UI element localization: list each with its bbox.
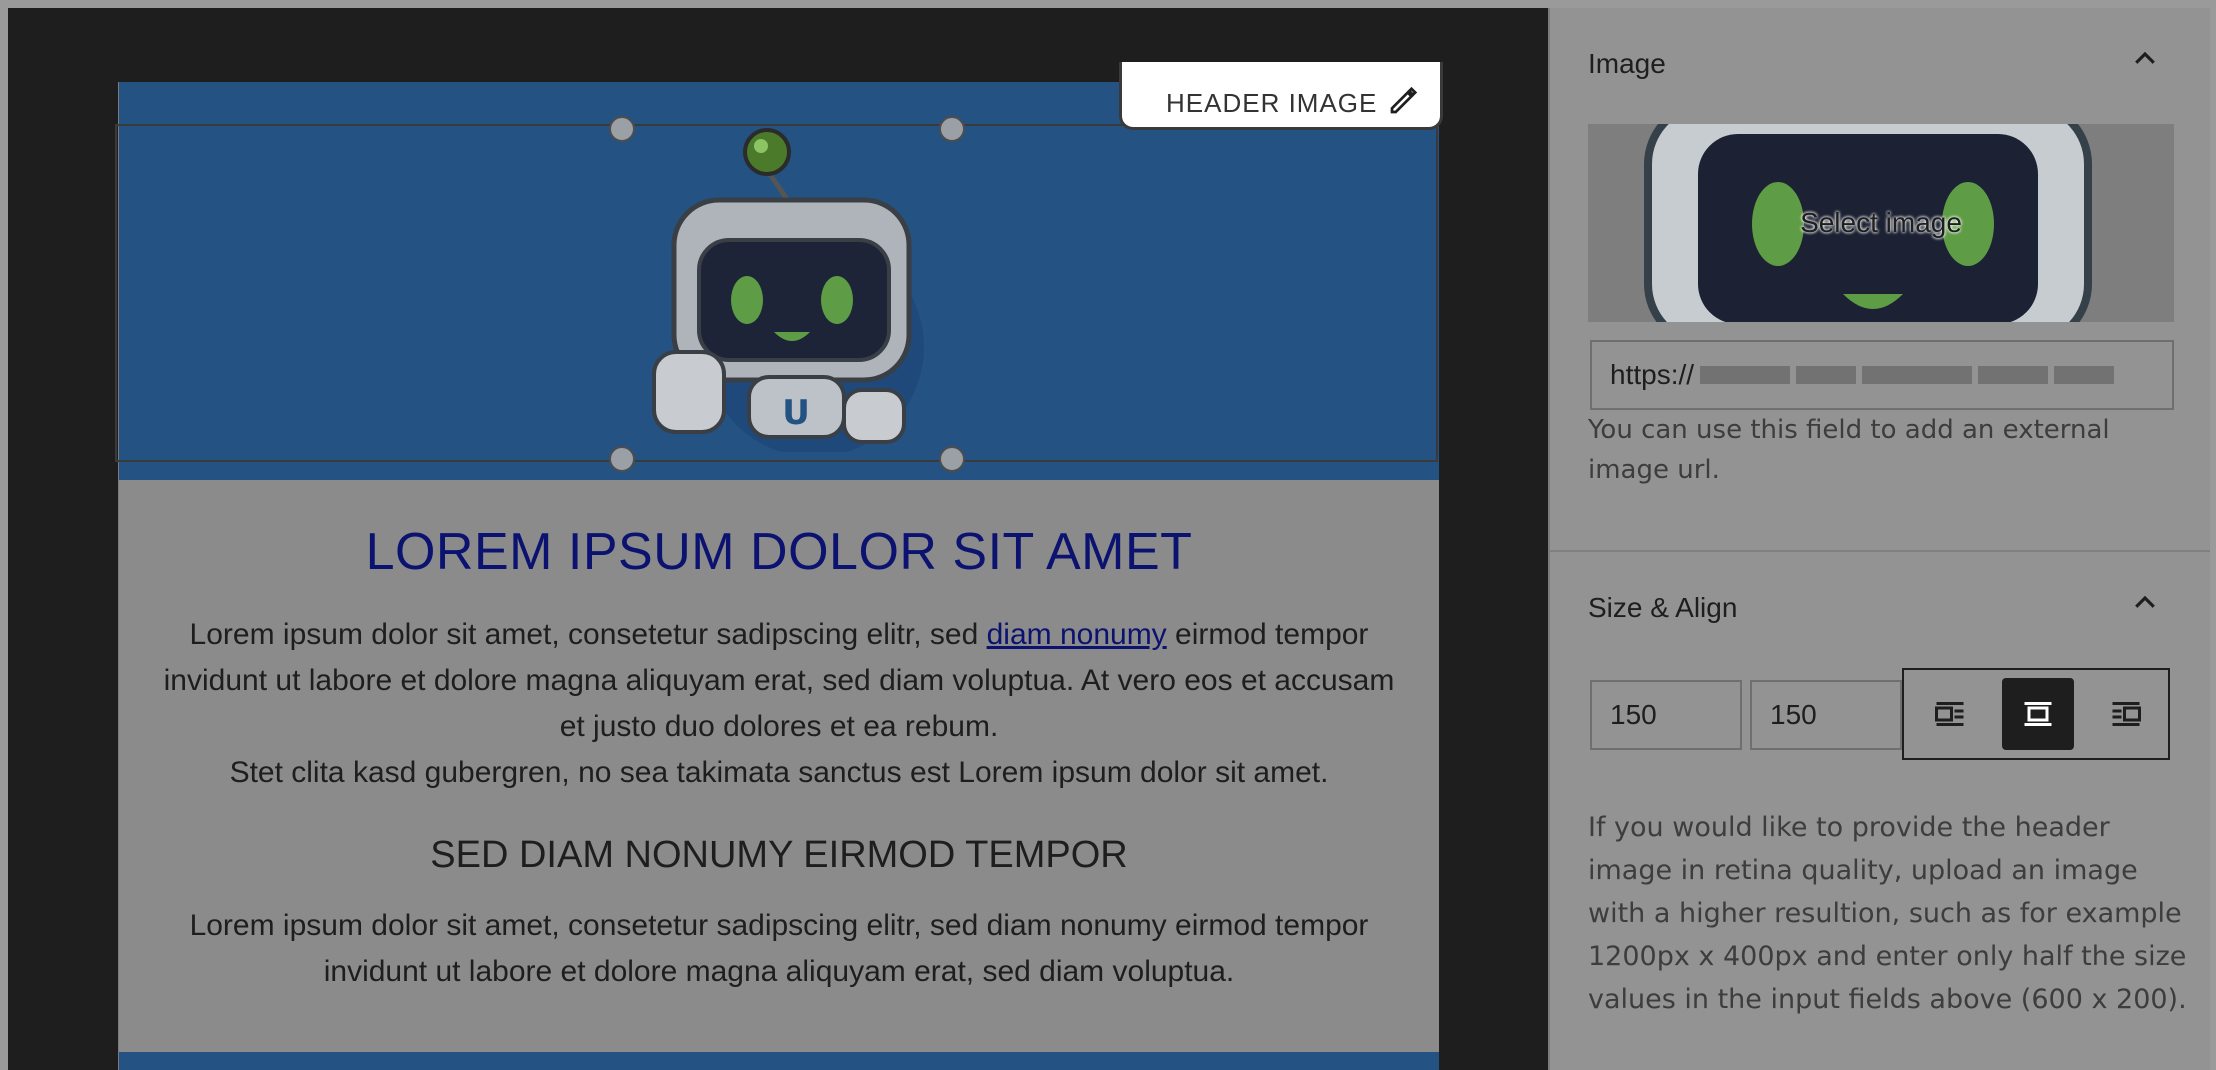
- size-align-panel-title[interactable]: Size & Align: [1588, 592, 1737, 624]
- image-url-value: https://: [1610, 359, 1695, 390]
- pencil-icon[interactable]: [1386, 72, 1422, 118]
- email-body: LOREM IPSUM DOLOR SIT AMET Lorem ipsum d…: [119, 480, 1439, 995]
- resize-handle[interactable]: [939, 446, 965, 472]
- image-url-input[interactable]: https://: [1590, 340, 2174, 410]
- block-label: HEADER IMAGE: [1166, 88, 1378, 118]
- panel-divider: [1550, 550, 2210, 552]
- chevron-up-icon[interactable]: [2130, 588, 2160, 618]
- width-input[interactable]: 150: [1590, 680, 1742, 750]
- svg-text:U: U: [782, 393, 810, 433]
- align-left-icon: [1935, 702, 1964, 726]
- header-image-block[interactable]: U HEADER IMAGE: [115, 62, 1443, 480]
- chevron-up-icon[interactable]: [2130, 44, 2160, 74]
- align-right-icon: [2112, 702, 2141, 726]
- email-subheading: SED DIAM NONUMY EIRMOD TEMPOR: [430, 834, 1128, 876]
- select-image-label: Select image: [1800, 207, 1962, 238]
- align-center-icon: [2024, 702, 2052, 726]
- redacted-text: [1862, 366, 1973, 384]
- alignment-toolbar: [1902, 668, 2170, 760]
- email-preview: U HEADER IMAGE LOREM IPSUM DOLOR SIT AME…: [115, 62, 1443, 1070]
- redacted-text: [2054, 366, 2115, 384]
- image-panel-title[interactable]: Image: [1588, 48, 1666, 80]
- text-link[interactable]: diam nonumy: [987, 618, 1167, 651]
- resize-handle[interactable]: [939, 116, 965, 142]
- align-left-button[interactable]: [1914, 678, 1986, 750]
- text: Stet clita kasd gubergren, no sea takima…: [229, 756, 1329, 789]
- resize-handle[interactable]: [609, 116, 635, 142]
- align-right-button[interactable]: [2090, 678, 2162, 750]
- editor-canvas: U HEADER IMAGE LOREM IPSUM DOLOR SIT AME…: [8, 8, 1548, 1070]
- select-image-button[interactable]: Select image: [1588, 124, 2174, 322]
- resize-handle[interactable]: [609, 446, 635, 472]
- footer-block[interactable]: [119, 1052, 1439, 1070]
- text: Lorem ipsum dolor sit amet, consetetur s…: [189, 618, 987, 651]
- block-label-chip[interactable]: HEADER IMAGE: [1119, 62, 1443, 130]
- retina-help-text: If you would like to provide the header …: [1588, 812, 2187, 1015]
- email-paragraph-2: Lorem ipsum dolor sit amet, consetetur s…: [189, 909, 1369, 988]
- email-heading: LOREM IPSUM DOLOR SIT AMET: [365, 523, 1193, 581]
- align-center-button[interactable]: [2002, 678, 2074, 750]
- robot-mascot-image[interactable]: U: [639, 122, 939, 452]
- settings-sidebar: Image Select image https:// You can use …: [1548, 8, 2210, 1070]
- redacted-text: [1796, 366, 1857, 384]
- height-input[interactable]: 150: [1750, 680, 1902, 750]
- redacted-text: [1700, 366, 1791, 384]
- redacted-text: [1978, 366, 2049, 384]
- image-url-help: You can use this field to add an externa…: [1588, 415, 2110, 485]
- email-paragraph: Lorem ipsum dolor sit amet, consetetur s…: [159, 612, 1399, 796]
